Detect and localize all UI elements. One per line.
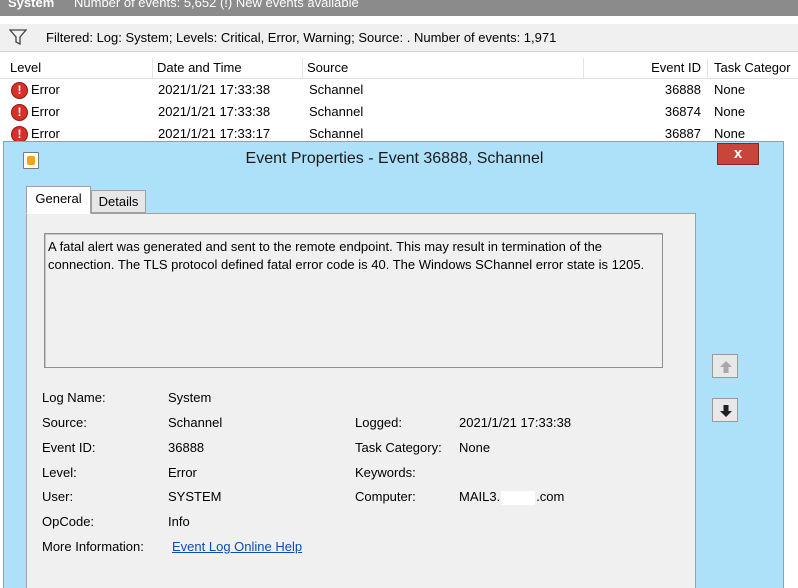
- logged-value: 2021/1/21 17:33:38: [459, 415, 572, 430]
- filter-bar: Filtered: Log: System; Levels: Critical,…: [0, 24, 798, 52]
- event-id-label: Event ID:: [42, 440, 96, 455]
- close-button[interactable]: x: [717, 143, 759, 165]
- row-level: Error: [31, 104, 60, 119]
- event-description[interactable]: A fatal alert was generated and sent to …: [44, 233, 663, 368]
- computer-prefix: MAIL3.: [459, 489, 501, 504]
- log-header-bar: System Number of events: 5,652 (!) New e…: [0, 0, 798, 16]
- row-task: None: [714, 82, 746, 97]
- error-icon: !: [11, 104, 28, 121]
- event-id-value: 36888: [168, 440, 205, 455]
- log-name-label: Log Name:: [42, 390, 106, 405]
- source-value: Schannel: [168, 415, 223, 430]
- arrow-down-icon: [720, 405, 732, 417]
- row-task: None: [714, 104, 746, 119]
- source-label: Source:: [42, 415, 87, 430]
- opcode-value: Info: [168, 514, 190, 529]
- row-date: 2021/1/21 17:33:38: [158, 104, 271, 119]
- computer-label: Computer:: [355, 489, 416, 504]
- log-name-value: System: [168, 390, 212, 405]
- computer-suffix: .com: [536, 489, 565, 504]
- column-date-time[interactable]: Date and Time: [153, 58, 303, 79]
- log-title: System: [8, 0, 55, 10]
- opcode-label: OpCode:: [42, 514, 95, 529]
- arrow-up-icon: [720, 361, 732, 373]
- column-level[interactable]: Level: [6, 58, 153, 79]
- keywords-label: Keywords:: [355, 465, 416, 480]
- redaction-mask: [501, 490, 536, 505]
- column-task-category[interactable]: Task Categor: [708, 58, 798, 79]
- table-row[interactable]: ! Error 2021/1/21 17:33:38 Schannel 3687…: [0, 101, 798, 123]
- row-event-id: 36888: [664, 82, 701, 97]
- level-value: Error: [168, 465, 197, 480]
- error-icon: !: [11, 82, 28, 99]
- computer-value: MAIL3. .com: [459, 489, 564, 505]
- event-log-online-help-link[interactable]: Event Log Online Help: [172, 539, 302, 554]
- task-category-value: None: [459, 440, 491, 455]
- column-headers: Level Date and Time Source Event ID Task…: [0, 58, 798, 79]
- user-label: User:: [42, 489, 74, 504]
- tab-details[interactable]: Details: [91, 190, 146, 213]
- dialog-title: Event Properties - Event 36888, Schannel: [245, 150, 544, 167]
- row-source: Schannel: [309, 104, 364, 119]
- row-level: Error: [31, 82, 60, 97]
- next-event-button[interactable]: [712, 398, 738, 422]
- more-information-label: More Information:: [42, 539, 144, 554]
- row-date: 2021/1/21 17:33:38: [158, 82, 271, 97]
- filter-text: Filtered: Log: System; Levels: Critical,…: [46, 30, 557, 45]
- filter-icon: [9, 29, 27, 45]
- task-category-label: Task Category:: [355, 440, 442, 455]
- tab-general[interactable]: General: [26, 186, 91, 214]
- column-event-id[interactable]: Event ID: [584, 58, 708, 79]
- previous-event-button[interactable]: [712, 354, 738, 378]
- row-source: Schannel: [309, 82, 364, 97]
- row-event-id: 36874: [664, 104, 701, 119]
- column-source[interactable]: Source: [303, 58, 584, 79]
- event-count: Number of events: 5,652 (!) New events a…: [74, 0, 359, 10]
- logged-label: Logged:: [355, 415, 402, 430]
- level-label: Level:: [42, 465, 77, 480]
- table-row[interactable]: ! Error 2021/1/21 17:33:38 Schannel 3688…: [0, 79, 798, 101]
- user-value: SYSTEM: [168, 489, 222, 504]
